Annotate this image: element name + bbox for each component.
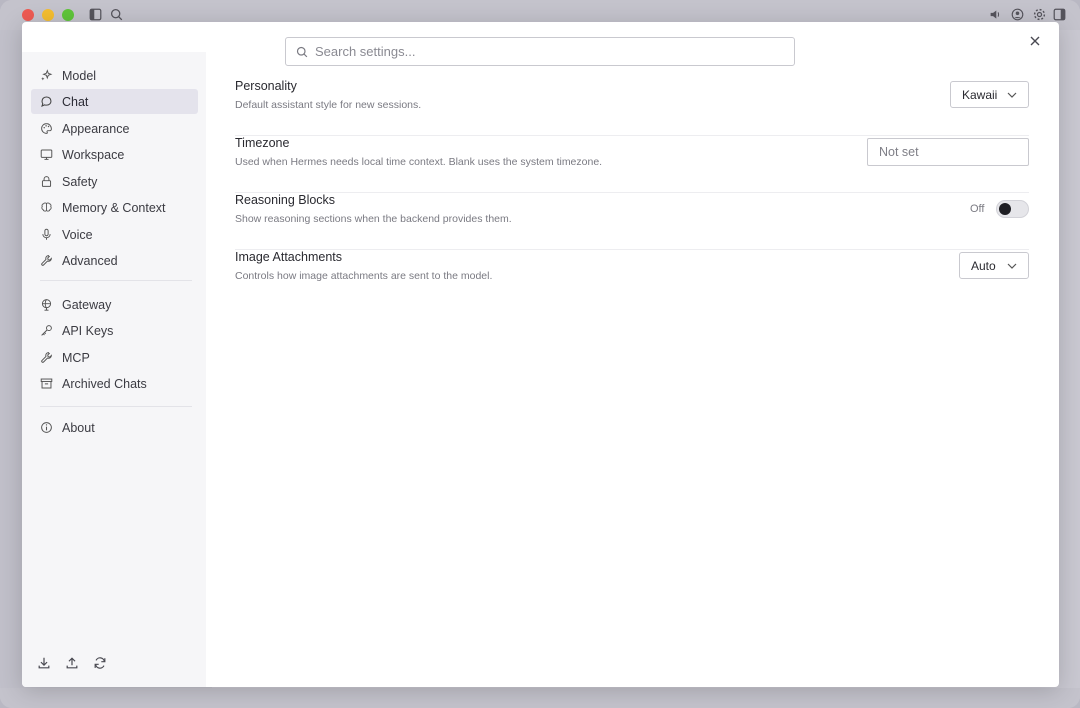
palette-icon bbox=[41, 123, 52, 134]
chevron-down-icon bbox=[1007, 92, 1017, 98]
sidebar-divider bbox=[40, 406, 192, 407]
sidebar-item-label: Voice bbox=[62, 227, 93, 242]
setting-personality: Personality Default assistant style for … bbox=[235, 79, 1029, 136]
sidebar-item-label: Archived Chats bbox=[62, 376, 147, 391]
sidebar-item-archived-chats[interactable]: Archived Chats bbox=[31, 371, 198, 396]
sidebar-item-appearance[interactable]: Appearance bbox=[31, 116, 198, 141]
sidebar-item-safety[interactable]: Safety bbox=[31, 169, 198, 194]
sidebar-item-label: Gateway bbox=[62, 297, 112, 312]
image-attachments-select[interactable]: Auto bbox=[959, 252, 1029, 279]
setting-description: Default assistant style for new sessions… bbox=[235, 99, 422, 111]
sidebar-item-advanced[interactable]: Advanced bbox=[31, 248, 198, 273]
sidebar-item-memory-context[interactable]: Memory & Context bbox=[31, 195, 198, 220]
search-input[interactable] bbox=[315, 44, 775, 59]
sidebar-item-label: Chat bbox=[62, 94, 89, 109]
timezone-input[interactable] bbox=[867, 138, 1029, 166]
setting-image-attachments: Image Attachments Controls how image att… bbox=[235, 250, 1029, 307]
refresh-icon[interactable] bbox=[93, 656, 107, 670]
sidebar-divider bbox=[40, 280, 192, 281]
sidebar-item-workspace[interactable]: Workspace bbox=[31, 142, 198, 167]
setting-title: Reasoning Blocks bbox=[235, 193, 336, 207]
user-icon[interactable] bbox=[1011, 8, 1024, 21]
select-value: Auto bbox=[971, 258, 996, 273]
sidebar-item-label: About bbox=[62, 420, 95, 435]
download-icon[interactable] bbox=[37, 656, 51, 670]
brain-icon bbox=[41, 202, 52, 212]
settings-search[interactable] bbox=[285, 37, 795, 66]
toggle-state-label: Off bbox=[970, 203, 985, 215]
zoom-window-button[interactable] bbox=[62, 9, 74, 21]
select-value: Kawaii bbox=[962, 87, 998, 102]
sidebar-item-label: Appearance bbox=[62, 121, 130, 136]
search-icon[interactable] bbox=[110, 8, 123, 21]
key-icon bbox=[41, 325, 52, 336]
microphone-icon bbox=[42, 228, 51, 240]
globe-icon bbox=[41, 299, 52, 311]
info-icon bbox=[41, 422, 52, 433]
toggle-knob bbox=[999, 203, 1011, 215]
setting-title: Timezone bbox=[235, 136, 290, 150]
wrench-icon bbox=[41, 352, 52, 363]
sidebar-item-label: Advanced bbox=[62, 253, 118, 268]
archive-icon bbox=[40, 378, 53, 389]
monitor-icon bbox=[40, 149, 53, 160]
settings-modal: Model Chat Appearance Workspace Safety M… bbox=[22, 22, 1059, 687]
panel-toggle-icon[interactable] bbox=[1053, 8, 1066, 21]
sidebar-item-chat[interactable]: Chat bbox=[31, 89, 198, 114]
setting-description: Show reasoning sections when the backend… bbox=[235, 213, 512, 225]
close-icon[interactable] bbox=[1027, 33, 1043, 49]
setting-title: Personality bbox=[235, 79, 297, 93]
reasoning-blocks-toggle[interactable] bbox=[996, 200, 1029, 218]
setting-description: Controls how image attachments are sent … bbox=[235, 270, 493, 282]
sidebar-item-label: API Keys bbox=[62, 323, 114, 338]
personality-select[interactable]: Kawaii bbox=[950, 81, 1029, 108]
sidebar-item-gateway[interactable]: Gateway bbox=[31, 292, 198, 317]
sidebar-item-api-keys[interactable]: API Keys bbox=[31, 318, 198, 343]
sidebar-item-about[interactable]: About bbox=[31, 415, 198, 440]
gear-icon[interactable] bbox=[1033, 8, 1046, 21]
setting-reasoning-blocks: Reasoning Blocks Show reasoning sections… bbox=[235, 193, 1029, 250]
sparkles-icon bbox=[41, 69, 53, 81]
sidebar-item-label: Safety bbox=[62, 174, 98, 189]
minimize-window-button[interactable] bbox=[42, 9, 54, 21]
setting-title: Image Attachments bbox=[235, 250, 343, 264]
background-status-bar bbox=[0, 688, 1080, 708]
speaker-icon[interactable] bbox=[989, 8, 1002, 21]
search-icon bbox=[296, 46, 308, 57]
lock-icon bbox=[41, 176, 52, 187]
sidebar-item-label: Memory & Context bbox=[62, 200, 166, 215]
sidebar-item-voice[interactable]: Voice bbox=[31, 222, 198, 247]
upload-icon[interactable] bbox=[65, 656, 79, 670]
close-window-button[interactable] bbox=[22, 9, 34, 21]
sidebar-item-label: Model bbox=[62, 68, 97, 83]
wrench-icon bbox=[41, 255, 52, 266]
sidebar-item-model[interactable]: Model bbox=[31, 63, 198, 88]
chat-bubble-icon bbox=[41, 96, 52, 107]
sidebar-toggle-icon[interactable] bbox=[89, 8, 102, 21]
sidebar-item-mcp[interactable]: MCP bbox=[31, 345, 198, 370]
chevron-down-icon bbox=[1007, 263, 1017, 269]
sidebar-item-label: Workspace bbox=[62, 147, 125, 162]
sidebar-item-label: MCP bbox=[62, 350, 90, 365]
setting-description: Used when Hermes needs local time contex… bbox=[235, 156, 603, 168]
setting-timezone: Timezone Used when Hermes needs local ti… bbox=[235, 136, 1029, 193]
